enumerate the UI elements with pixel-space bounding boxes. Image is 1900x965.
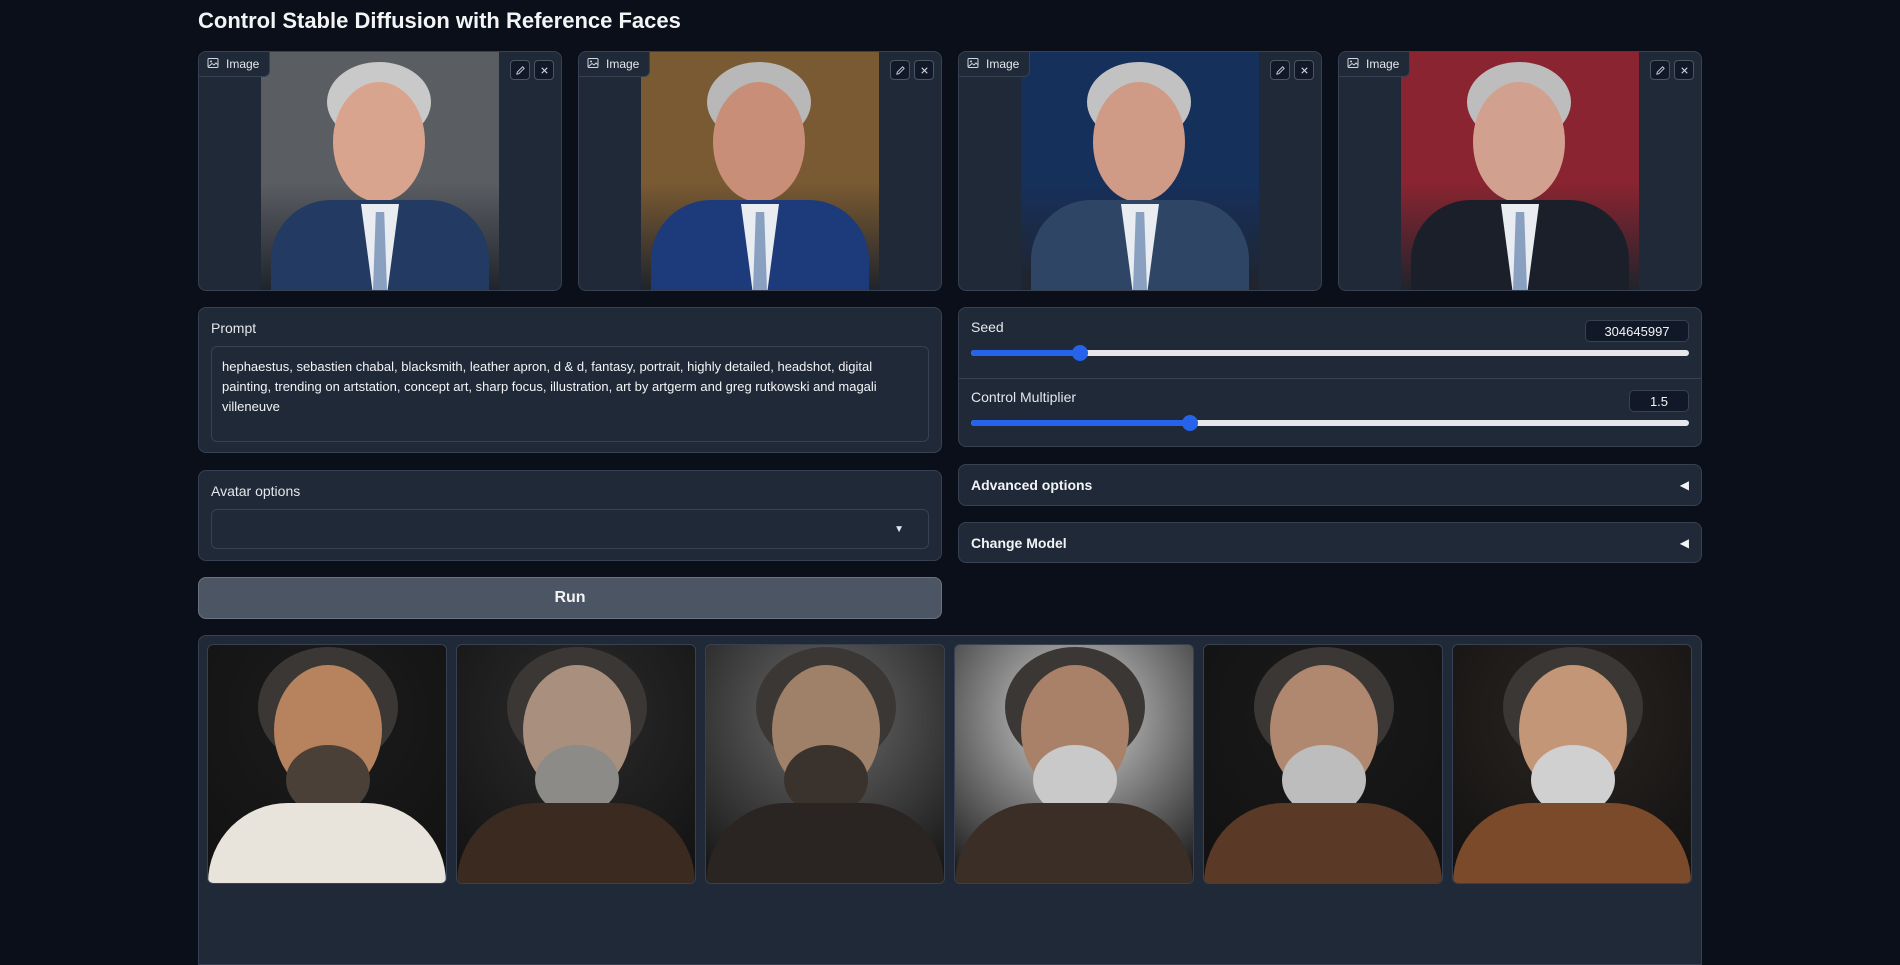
pencil-icon — [515, 65, 525, 75]
clothing-shape — [208, 803, 446, 883]
advanced-options-accordion[interactable]: Advanced options ◀ — [958, 464, 1702, 506]
control-multiplier-label: Control Multiplier — [971, 389, 1077, 405]
image-label: Image — [959, 52, 1031, 77]
clothing-shape — [457, 803, 695, 883]
image-toolbar — [510, 60, 554, 80]
reference-image-upload[interactable]: Image — [198, 51, 562, 291]
reference-image-upload[interactable]: Image — [1338, 51, 1702, 291]
image-icon — [587, 57, 599, 72]
control-multiplier-slider[interactable] — [971, 415, 1689, 431]
avatar-options-label: Avatar options — [211, 483, 301, 499]
remove-image-button[interactable] — [1294, 60, 1314, 80]
avatar-options-dropdown[interactable]: ▼ — [211, 509, 929, 549]
close-icon — [1680, 66, 1688, 74]
close-icon — [920, 66, 928, 74]
control-multiplier-number-input[interactable]: 1.5 — [1629, 390, 1689, 412]
image-label-text: Image — [226, 57, 260, 71]
chevron-down-icon: ▼ — [894, 524, 904, 535]
face-shape — [333, 82, 425, 202]
prompt-panel: Prompt hephaestus, sebastien chabal, bla… — [198, 307, 942, 453]
seed-slider-fill — [971, 350, 1081, 356]
pencil-icon — [1655, 65, 1665, 75]
face-shape — [1473, 82, 1565, 202]
clothing-shape — [955, 803, 1193, 883]
seed-slider[interactable] — [971, 345, 1689, 361]
clothing-shape — [706, 803, 944, 883]
close-icon — [540, 66, 548, 74]
edit-button[interactable] — [1270, 60, 1290, 80]
face-shape — [713, 82, 805, 202]
edit-button[interactable] — [510, 60, 530, 80]
panel-divider — [959, 378, 1701, 379]
image-icon — [207, 57, 219, 72]
seed-slider-thumb[interactable] — [1072, 345, 1089, 361]
remove-image-button[interactable] — [534, 60, 554, 80]
output-gallery — [198, 635, 1702, 965]
image-toolbar — [1650, 60, 1694, 80]
avatar-options-panel: Avatar options ▼ — [198, 470, 942, 561]
gallery-image[interactable] — [954, 644, 1194, 884]
gallery-image[interactable] — [207, 644, 447, 884]
reference-face-photo — [1401, 52, 1639, 290]
image-label: Image — [579, 52, 651, 77]
image-icon — [967, 57, 979, 72]
image-icon — [1347, 57, 1359, 72]
edit-button[interactable] — [1650, 60, 1670, 80]
clothing-shape — [1204, 803, 1442, 883]
gallery-image[interactable] — [705, 644, 945, 884]
control-multiplier-slider-thumb[interactable] — [1181, 415, 1198, 431]
edit-button[interactable] — [890, 60, 910, 80]
seed-label: Seed — [971, 319, 1004, 335]
reference-face-photo — [1021, 52, 1259, 290]
close-icon — [1300, 66, 1308, 74]
remove-image-button[interactable] — [1674, 60, 1694, 80]
advanced-options-label: Advanced options — [971, 477, 1093, 493]
run-button[interactable]: Run — [198, 577, 942, 619]
seed-number-input[interactable]: 304645997 — [1585, 320, 1689, 342]
collapse-arrow-icon: ◀ — [1679, 478, 1689, 492]
collapse-arrow-icon: ◀ — [1679, 535, 1689, 550]
gallery-image[interactable] — [456, 644, 696, 884]
image-toolbar — [1270, 60, 1314, 80]
reference-image-upload[interactable]: Image — [958, 51, 1322, 291]
reference-face-photo — [641, 52, 879, 290]
reference-image-upload[interactable]: Image — [578, 51, 942, 291]
image-label: Image — [199, 52, 271, 77]
image-label-text: Image — [986, 57, 1020, 71]
prompt-textarea[interactable]: hephaestus, sebastien chabal, blacksmith… — [211, 346, 929, 442]
page-title: Control Stable Diffusion with Reference … — [198, 8, 681, 33]
gallery-image[interactable] — [1452, 644, 1692, 884]
control-multiplier-slider-fill — [971, 420, 1190, 426]
change-model-accordion[interactable]: Change Model ◀ — [958, 522, 1702, 563]
image-toolbar — [890, 60, 934, 80]
clothing-shape — [1453, 803, 1691, 883]
face-shape — [1093, 82, 1185, 202]
reference-face-photo — [261, 52, 499, 290]
gallery-image[interactable] — [1203, 644, 1443, 884]
change-model-label: Change Model — [971, 534, 1067, 551]
sliders-panel: Seed 304645997 Control Multiplier 1.5 — [958, 307, 1702, 447]
pencil-icon — [895, 65, 905, 75]
prompt-label: Prompt — [211, 320, 257, 336]
image-label-text: Image — [1366, 57, 1400, 71]
pencil-icon — [1275, 65, 1285, 75]
image-label-text: Image — [606, 57, 640, 71]
remove-image-button[interactable] — [914, 60, 934, 80]
image-label: Image — [1339, 52, 1411, 77]
